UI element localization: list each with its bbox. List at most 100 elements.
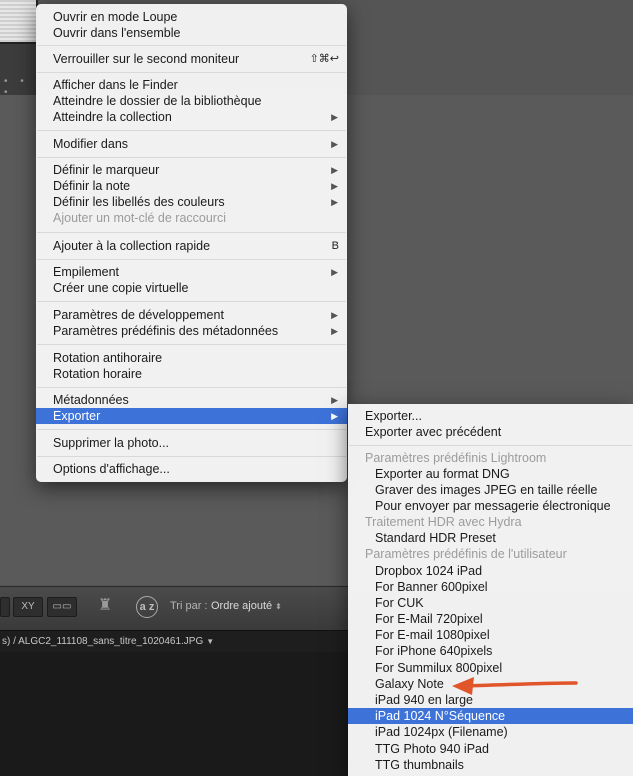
- menu-item-delete-photo[interactable]: Supprimer la photo...: [36, 435, 347, 451]
- menu-item-label: For E-Mail 720pixel: [375, 612, 483, 626]
- menu-item-open-loupe[interactable]: Ouvrir en mode Loupe: [36, 9, 347, 25]
- menu-item-label: Supprimer la photo...: [53, 436, 170, 450]
- submenu-arrow-icon: ▶: [331, 267, 338, 277]
- submenu-item-iphone-640[interactable]: For iPhone 640pixels: [348, 643, 633, 659]
- menu-item-label: Standard HDR Preset: [375, 531, 496, 545]
- submenu-item-ipad-1024-sequence[interactable]: iPad 1024 N°Séquence: [348, 708, 633, 724]
- menu-item-label: Graver des images JPEG en taille réelle: [375, 483, 598, 497]
- menu-item-edit-in[interactable]: Modifier dans ▶: [36, 136, 347, 152]
- menu-item-label: Paramètres de développement: [53, 308, 224, 322]
- submenu-item-ttg-thumbnails[interactable]: TTG thumbnails: [348, 757, 633, 773]
- path-text: s) / ALGC2_111108_sans_titre_1020461.JPG: [2, 636, 204, 647]
- menu-item-label: Ouvrir en mode Loupe: [53, 10, 178, 24]
- submenu-header-hdr-hydra: Traitement HDR avec Hydra: [348, 514, 633, 530]
- menu-item-label: Ajouter à la collection rapide: [53, 239, 211, 253]
- menu-header-label: Paramètres prédéfinis Lightroom: [365, 451, 547, 465]
- context-menu: Ouvrir en mode Loupe Ouvrir dans l'ensem…: [36, 4, 347, 482]
- menu-item-add-quick-collection[interactable]: Ajouter à la collection rapide B: [36, 238, 347, 254]
- menu-item-label: Ajouter un mot-clé de raccourci: [53, 211, 226, 225]
- menu-item-go-to-collection[interactable]: Atteindre la collection ▶: [36, 109, 347, 125]
- menu-item-label: iPad 1024 N°Séquence: [375, 709, 506, 723]
- menu-separator: [37, 456, 346, 457]
- sort-direction-icon[interactable]: a z: [132, 594, 162, 620]
- submenu-arrow-icon: ▶: [331, 411, 338, 421]
- menu-item-label: Paramètres prédéfinis des métadonnées: [53, 324, 279, 338]
- menu-item-label: Atteindre le dossier de la bibliothèque: [53, 94, 262, 108]
- chevron-down-icon: ▼: [206, 637, 215, 646]
- menu-item-label: For CUK: [375, 596, 424, 610]
- submenu-item-ipad-940-large[interactable]: iPad 940 en large: [348, 692, 633, 708]
- menu-item-label: For iPhone 640pixels: [375, 644, 493, 658]
- menu-separator: [37, 45, 346, 46]
- menu-item-rotate-right[interactable]: Rotation horaire: [36, 366, 347, 382]
- menu-separator: [37, 72, 346, 73]
- menu-item-label: Métadonnées: [53, 393, 129, 407]
- thumbnail-cell[interactable]: • • •: [0, 0, 38, 98]
- submenu-item-email[interactable]: Pour envoyer par messagerie électronique: [348, 498, 633, 514]
- menu-item-label: Rotation horaire: [53, 367, 142, 381]
- menu-separator: [37, 429, 346, 430]
- menu-item-create-virtual-copy[interactable]: Créer une copie virtuelle: [36, 280, 347, 296]
- menu-item-go-to-library-folder[interactable]: Atteindre le dossier de la bibliothèque: [36, 93, 347, 109]
- submenu-item-banner-600[interactable]: For Banner 600pixel: [348, 579, 633, 595]
- menu-item-label: Définir la note: [53, 179, 131, 193]
- menu-item-label: Dropbox 1024 iPad: [375, 564, 483, 578]
- photo-thumbnail[interactable]: [0, 0, 38, 44]
- submenu-item-export-previous[interactable]: Exporter avec précédent: [348, 424, 633, 440]
- submenu-header-lightroom-presets: Paramètres prédéfinis Lightroom: [348, 450, 633, 466]
- keyboard-shortcut: B: [331, 240, 339, 252]
- menu-item-label: Galaxy Note: [375, 677, 444, 691]
- submenu-item-ttg-photo-940[interactable]: TTG Photo 940 iPad: [348, 741, 633, 757]
- menu-separator: [37, 344, 346, 345]
- submenu-item-dropbox-ipad[interactable]: Dropbox 1024 iPad: [348, 563, 633, 579]
- menu-item-set-flag[interactable]: Définir le marqueur ▶: [36, 162, 347, 178]
- submenu-arrow-icon: ▶: [331, 181, 338, 191]
- filmstrip-path-bar[interactable]: s) / ALGC2_111108_sans_titre_1020461.JPG…: [0, 630, 350, 653]
- menu-item-set-color-label[interactable]: Définir les libellés des couleurs ▶: [36, 194, 347, 210]
- submenu-item-standard-hdr[interactable]: Standard HDR Preset: [348, 530, 633, 546]
- menu-item-rotate-left[interactable]: Rotation antihoraire: [36, 350, 347, 366]
- painter-icon[interactable]: ♜: [96, 595, 114, 617]
- submenu-item-export[interactable]: Exporter...: [348, 408, 633, 424]
- menu-item-stacking[interactable]: Empilement ▶: [36, 264, 347, 280]
- compare-view-button[interactable]: XY: [13, 597, 43, 617]
- submenu-item-galaxy-note[interactable]: Galaxy Note: [348, 676, 633, 692]
- menu-item-metadata-presets[interactable]: Paramètres prédéfinis des métadonnées ▶: [36, 323, 347, 339]
- sort-label: Tri par :: [170, 600, 208, 612]
- submenu-arrow-icon: ▶: [331, 139, 338, 149]
- survey-view-button[interactable]: ▭▭: [47, 597, 77, 617]
- submenu-item-email-720[interactable]: For E-Mail 720pixel: [348, 611, 633, 627]
- submenu-arrow-icon: ▶: [331, 395, 338, 405]
- menu-item-open-survey[interactable]: Ouvrir dans l'ensemble: [36, 25, 347, 41]
- menu-separator: [349, 445, 632, 446]
- submenu-item-summilux-800[interactable]: For Summilux 800pixel: [348, 660, 633, 676]
- menu-separator: [37, 232, 346, 233]
- menu-item-label: Définir le marqueur: [53, 163, 160, 177]
- sort-dropdown[interactable]: Ordre ajouté ⬍: [211, 600, 282, 612]
- submenu-arrow-icon: ▶: [331, 112, 338, 122]
- menu-item-set-rating[interactable]: Définir la note ▶: [36, 178, 347, 194]
- submenu-item-ipad-1024-filename[interactable]: iPad 1024px (Filename): [348, 724, 633, 740]
- menu-item-lock-second-monitor[interactable]: Verrouiller sur le second moniteur ⇧⌘↩: [36, 51, 347, 67]
- lightroom-window: • • • XY ▭▭ ♜ a z Tri par : Ordre ajouté…: [0, 0, 633, 776]
- menu-item-label: Atteindre la collection: [53, 110, 172, 124]
- menu-item-export[interactable]: Exporter ▶: [36, 408, 347, 424]
- submenu-item-burn-jpeg[interactable]: Graver des images JPEG en taille réelle: [348, 482, 633, 498]
- menu-item-label: Verrouiller sur le second moniteur: [53, 52, 240, 66]
- grid-view-button[interactable]: [0, 597, 10, 617]
- menu-separator: [37, 130, 346, 131]
- menu-separator: [37, 259, 346, 260]
- menu-item-view-options[interactable]: Options d'affichage...: [36, 461, 347, 477]
- submenu-item-export-dng[interactable]: Exporter au format DNG: [348, 466, 633, 482]
- menu-item-label: Exporter au format DNG: [375, 467, 510, 481]
- submenu-item-cuk[interactable]: For CUK: [348, 595, 633, 611]
- menu-item-metadata[interactable]: Métadonnées ▶: [36, 392, 347, 408]
- submenu-item-email-1080[interactable]: For E-mail 1080pixel: [348, 627, 633, 643]
- menu-item-label: Exporter...: [365, 409, 422, 423]
- menu-item-show-in-finder[interactable]: Afficher dans le Finder: [36, 77, 347, 93]
- submenu-arrow-icon: ▶: [331, 310, 338, 320]
- menu-item-label: Afficher dans le Finder: [53, 78, 178, 92]
- menu-item-add-shortcut-keyword: Ajouter un mot-clé de raccourci: [36, 210, 347, 226]
- menu-item-label: Empilement: [53, 265, 119, 279]
- menu-item-develop-settings[interactable]: Paramètres de développement ▶: [36, 307, 347, 323]
